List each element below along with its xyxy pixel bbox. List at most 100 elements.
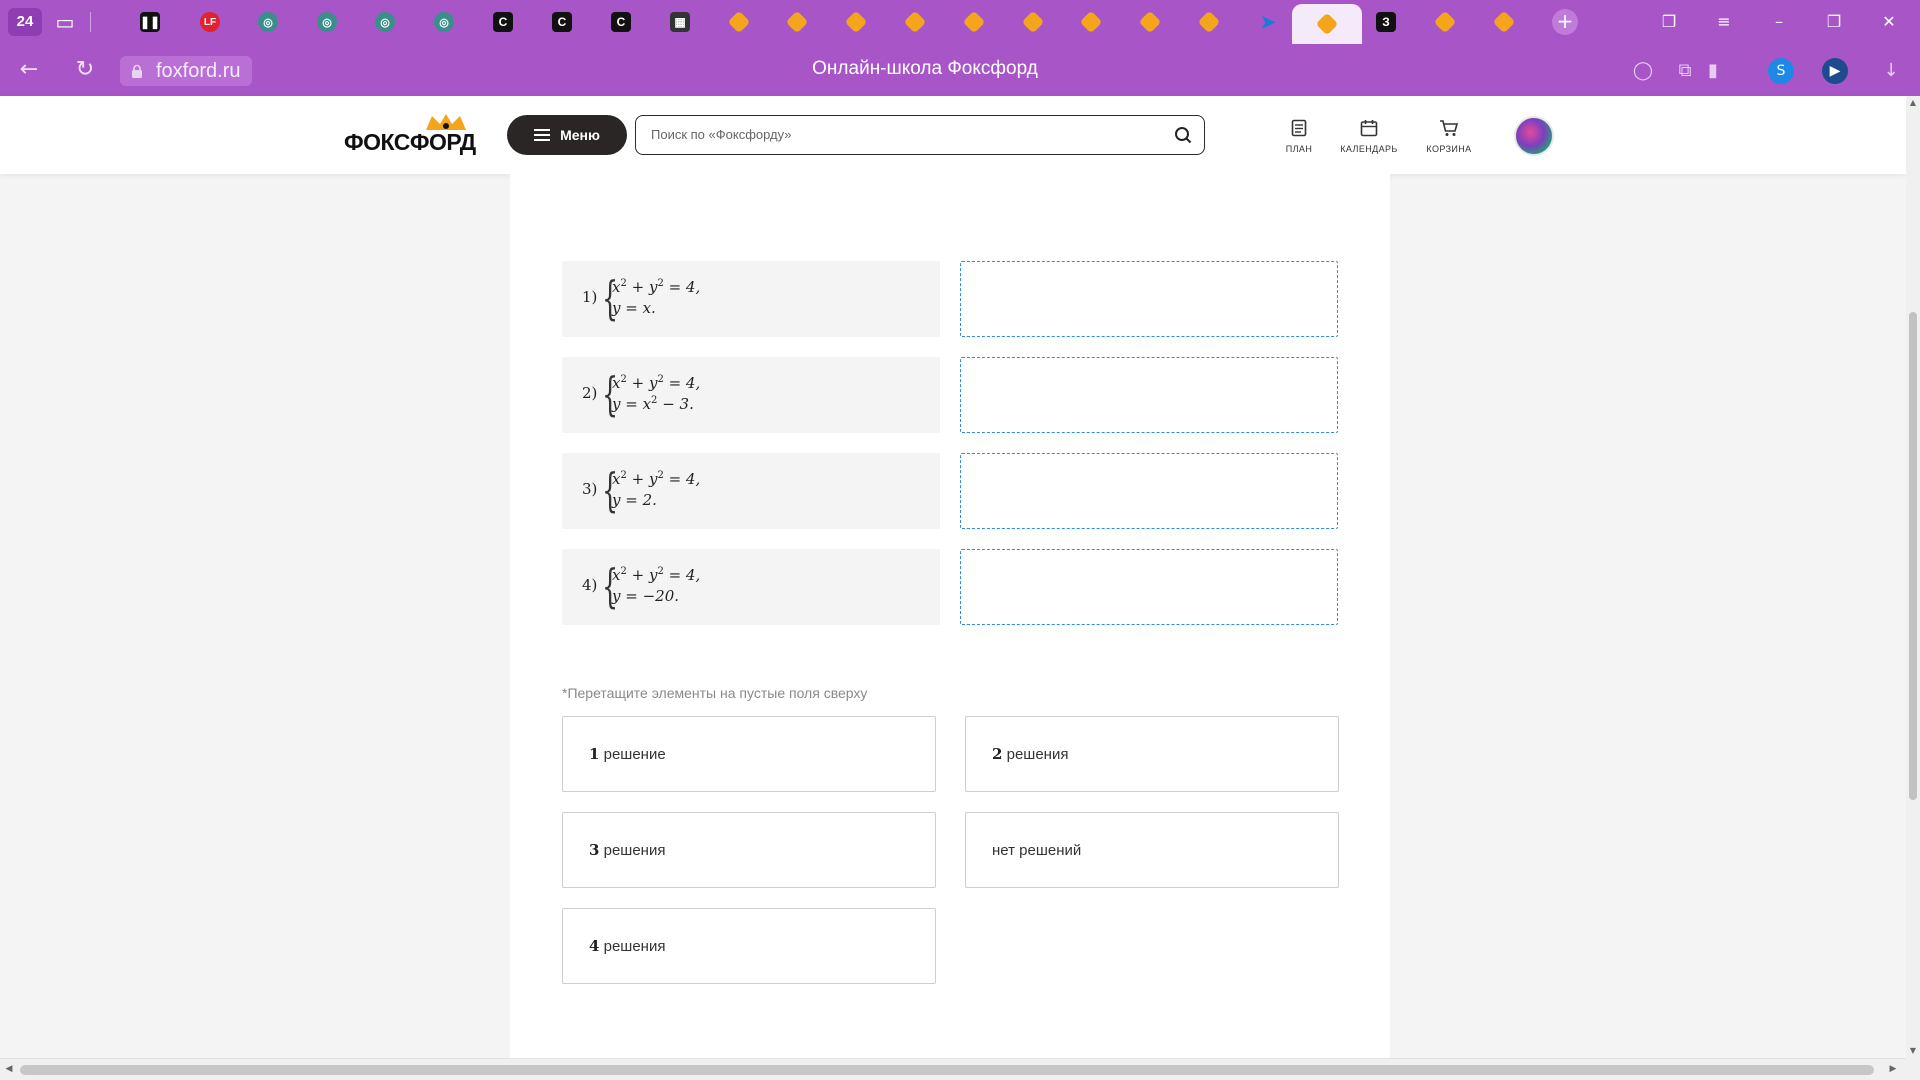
foxford-logo[interactable]: ФОКСФОРД: [344, 114, 484, 156]
browser-tab[interactable]: C: [593, 6, 649, 38]
answer-option-3-solutions[interactable]: 3 решения: [562, 812, 936, 888]
browser-tab[interactable]: [1181, 6, 1237, 38]
z-favicon-icon: З: [1376, 12, 1396, 32]
horizontal-scroll-thumb[interactable]: [20, 1065, 1874, 1075]
foxford-favicon-icon: [1079, 10, 1103, 34]
vertical-scrollbar[interactable]: ▲ ▼: [1906, 96, 1920, 1058]
vertical-scroll-thumb[interactable]: [1909, 312, 1917, 800]
browser-tab[interactable]: [946, 6, 1002, 38]
page-title: Онлайн-школа Фоксфорд: [812, 58, 1038, 79]
telegram-favicon-icon: ➤: [1260, 11, 1276, 32]
system-item-2: 2) { x2 + y2 = 4, y = x2 − 3.: [562, 357, 940, 433]
scroll-left-arrow-icon[interactable]: ◀: [2, 1062, 16, 1076]
foxford-favicon-icon: [1433, 10, 1457, 34]
foxford-favicon-icon: [727, 10, 751, 34]
nav-plan[interactable]: ПЛАН: [1264, 116, 1334, 154]
browser-tab[interactable]: [828, 6, 884, 38]
answer-option-2-solutions[interactable]: 2 решения: [965, 716, 1339, 792]
browser-tab[interactable]: LF: [182, 6, 238, 38]
nav-cart[interactable]: КОРЗИНА: [1414, 116, 1484, 154]
media-extension-icon[interactable]: ▶: [1822, 58, 1848, 84]
foxford-favicon-icon: [844, 10, 868, 34]
gamepad-favicon-icon: ◎: [434, 12, 454, 32]
search-icon[interactable]: [1174, 126, 1192, 144]
browser-tab[interactable]: [769, 6, 825, 38]
restore-icon[interactable]: ❐: [1819, 8, 1849, 36]
new-tab-button[interactable]: +: [1552, 9, 1578, 35]
gamepad-favicon-icon: ◎: [258, 12, 278, 32]
close-icon[interactable]: ✕: [1874, 8, 1904, 36]
menu-button-label: Меню: [560, 127, 600, 143]
system-number: 1): [582, 288, 598, 306]
chat-icon[interactable]: ◯: [1630, 58, 1656, 84]
browser-tab[interactable]: ❚❚: [122, 6, 178, 38]
browser-tab[interactable]: C: [475, 6, 531, 38]
search-input[interactable]: [636, 116, 1156, 152]
scroll-right-arrow-icon[interactable]: ▶: [1886, 1062, 1900, 1076]
drop-zone-4[interactable]: [960, 549, 1338, 625]
system-equation: x2 + y2 = 4,: [612, 470, 701, 488]
cart-icon: [1414, 116, 1484, 140]
clapperboard-favicon-icon: ▦: [670, 12, 690, 32]
browser-tab[interactable]: [1476, 6, 1532, 38]
horizontal-scrollbar[interactable]: ◀ ▶: [0, 1058, 1906, 1080]
download-icon[interactable]: ↓: [1878, 58, 1904, 84]
system-number: 2): [582, 384, 598, 402]
system-item-3: 3) { x2 + y2 = 4, y = 2.: [562, 453, 940, 529]
browser-tab[interactable]: [1063, 6, 1119, 38]
system-equation: x2 + y2 = 4,: [612, 278, 701, 296]
bookmark-icon[interactable]: ▮: [1700, 58, 1726, 84]
site-header: ФОКСФОРД Меню ПЛАН КАЛЕНДАРЬ КОРЗИНА: [0, 96, 1906, 174]
answer-option-4-solutions[interactable]: 4 решения: [562, 908, 936, 984]
system-item-4: 4) { x2 + y2 = 4, y = −20.: [562, 549, 940, 625]
browser-tab[interactable]: [887, 6, 943, 38]
system-equation: y = 2.: [612, 491, 657, 509]
system-number: 3): [582, 480, 598, 498]
browser-tab[interactable]: ◎: [299, 6, 355, 38]
lf-favicon-icon: LF: [200, 12, 220, 32]
tabs-list-icon[interactable]: ❐: [1654, 8, 1684, 36]
answer-option-no-solutions[interactable]: нет решений: [965, 812, 1339, 888]
gamepad-favicon-icon: ◎: [375, 12, 395, 32]
menu-button[interactable]: Меню: [507, 115, 627, 155]
gamepad-favicon-icon: ◎: [317, 12, 337, 32]
browser-tab[interactable]: ➤: [1240, 6, 1296, 38]
foxford-favicon-icon: [1197, 10, 1221, 34]
browser-tab[interactable]: [1005, 6, 1061, 38]
foxford-favicon-icon: [1492, 10, 1516, 34]
drop-zone-3[interactable]: [960, 453, 1338, 529]
browser-tab[interactable]: ◎: [357, 6, 413, 38]
minimize-icon[interactable]: –: [1764, 8, 1794, 36]
user-avatar[interactable]: [1514, 116, 1554, 156]
nav-calendar-label: КАЛЕНДАРЬ: [1340, 144, 1398, 154]
c-favicon-icon: C: [611, 12, 631, 32]
drop-zone-1[interactable]: [960, 261, 1338, 337]
scroll-up-arrow-icon[interactable]: ▲: [1906, 96, 1920, 110]
browser-tab[interactable]: ▦: [652, 6, 708, 38]
nav-calendar[interactable]: КАЛЕНДАРЬ: [1334, 116, 1404, 154]
logo-text: ФОКСФОРД: [344, 129, 476, 155]
c-favicon-icon: C: [552, 12, 572, 32]
drag-hint-text: *Перетащите элементы на пустые поля свер…: [562, 685, 868, 701]
tab-groups-icon[interactable]: ▭: [50, 10, 80, 34]
scrollbar-corner: [1906, 1058, 1920, 1080]
scroll-down-arrow-icon[interactable]: ▼: [1906, 1044, 1920, 1058]
extensions-icon[interactable]: ⧉: [1672, 58, 1698, 84]
hamburger-menu-icon[interactable]: ≡: [1709, 8, 1739, 36]
browser-tab[interactable]: [711, 6, 767, 38]
tab-counter-button[interactable]: 24: [8, 8, 42, 36]
shazam-extension-icon[interactable]: S: [1768, 58, 1794, 84]
browser-tab[interactable]: З: [1358, 6, 1414, 38]
answer-option-1-solution[interactable]: 1 решение: [562, 716, 936, 792]
browser-tab[interactable]: [1122, 6, 1178, 38]
browser-tab[interactable]: ◎: [240, 6, 296, 38]
browser-tab[interactable]: [1417, 6, 1473, 38]
foxford-favicon-icon: [962, 10, 986, 34]
browser-tab[interactable]: C: [534, 6, 590, 38]
system-equation: y = x.: [612, 299, 656, 317]
browser-tab[interactable]: ◎: [416, 6, 472, 38]
drop-zone-2[interactable]: [960, 357, 1338, 433]
menu-list-icon: [534, 129, 551, 141]
browser-tab-active[interactable]: [1292, 4, 1362, 44]
foxford-favicon-icon: [785, 10, 809, 34]
